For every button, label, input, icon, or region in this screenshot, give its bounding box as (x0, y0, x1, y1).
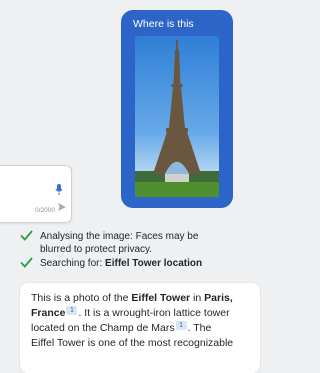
send-icon[interactable] (58, 198, 66, 216)
assistant-answer-card: This is a photo of the Eiffel Tower in P… (20, 283, 260, 373)
status-searching-prefix: Searching for: (40, 258, 106, 269)
status-searching-text: Searching for: Eiffel Tower location (40, 257, 215, 270)
checkmark-icon (20, 230, 33, 245)
citation-badge[interactable]: 1 (66, 306, 78, 315)
status-analysing-text: Analysing the image: Faces may be blurre… (40, 231, 199, 255)
answer-segment: in (190, 292, 205, 304)
user-message-text: Where is this (133, 18, 194, 30)
checkmark-icon (20, 257, 33, 272)
citation-badge[interactable]: 1 (175, 321, 187, 330)
user-message-bubble: Where is this (121, 10, 233, 208)
character-counter: 0/2000 (35, 207, 55, 214)
answer-bold-eiffel-tower: Eiffel Tower (131, 292, 191, 304)
message-composer[interactable]: 0/2000 (0, 165, 72, 223)
answer-text: This is a photo of the Eiffel Tower in P… (31, 291, 237, 351)
uploaded-photo[interactable] (135, 36, 219, 197)
search-query[interactable]: Eiffel Tower location (105, 258, 202, 269)
answer-segment: This is a photo of the (31, 292, 132, 304)
